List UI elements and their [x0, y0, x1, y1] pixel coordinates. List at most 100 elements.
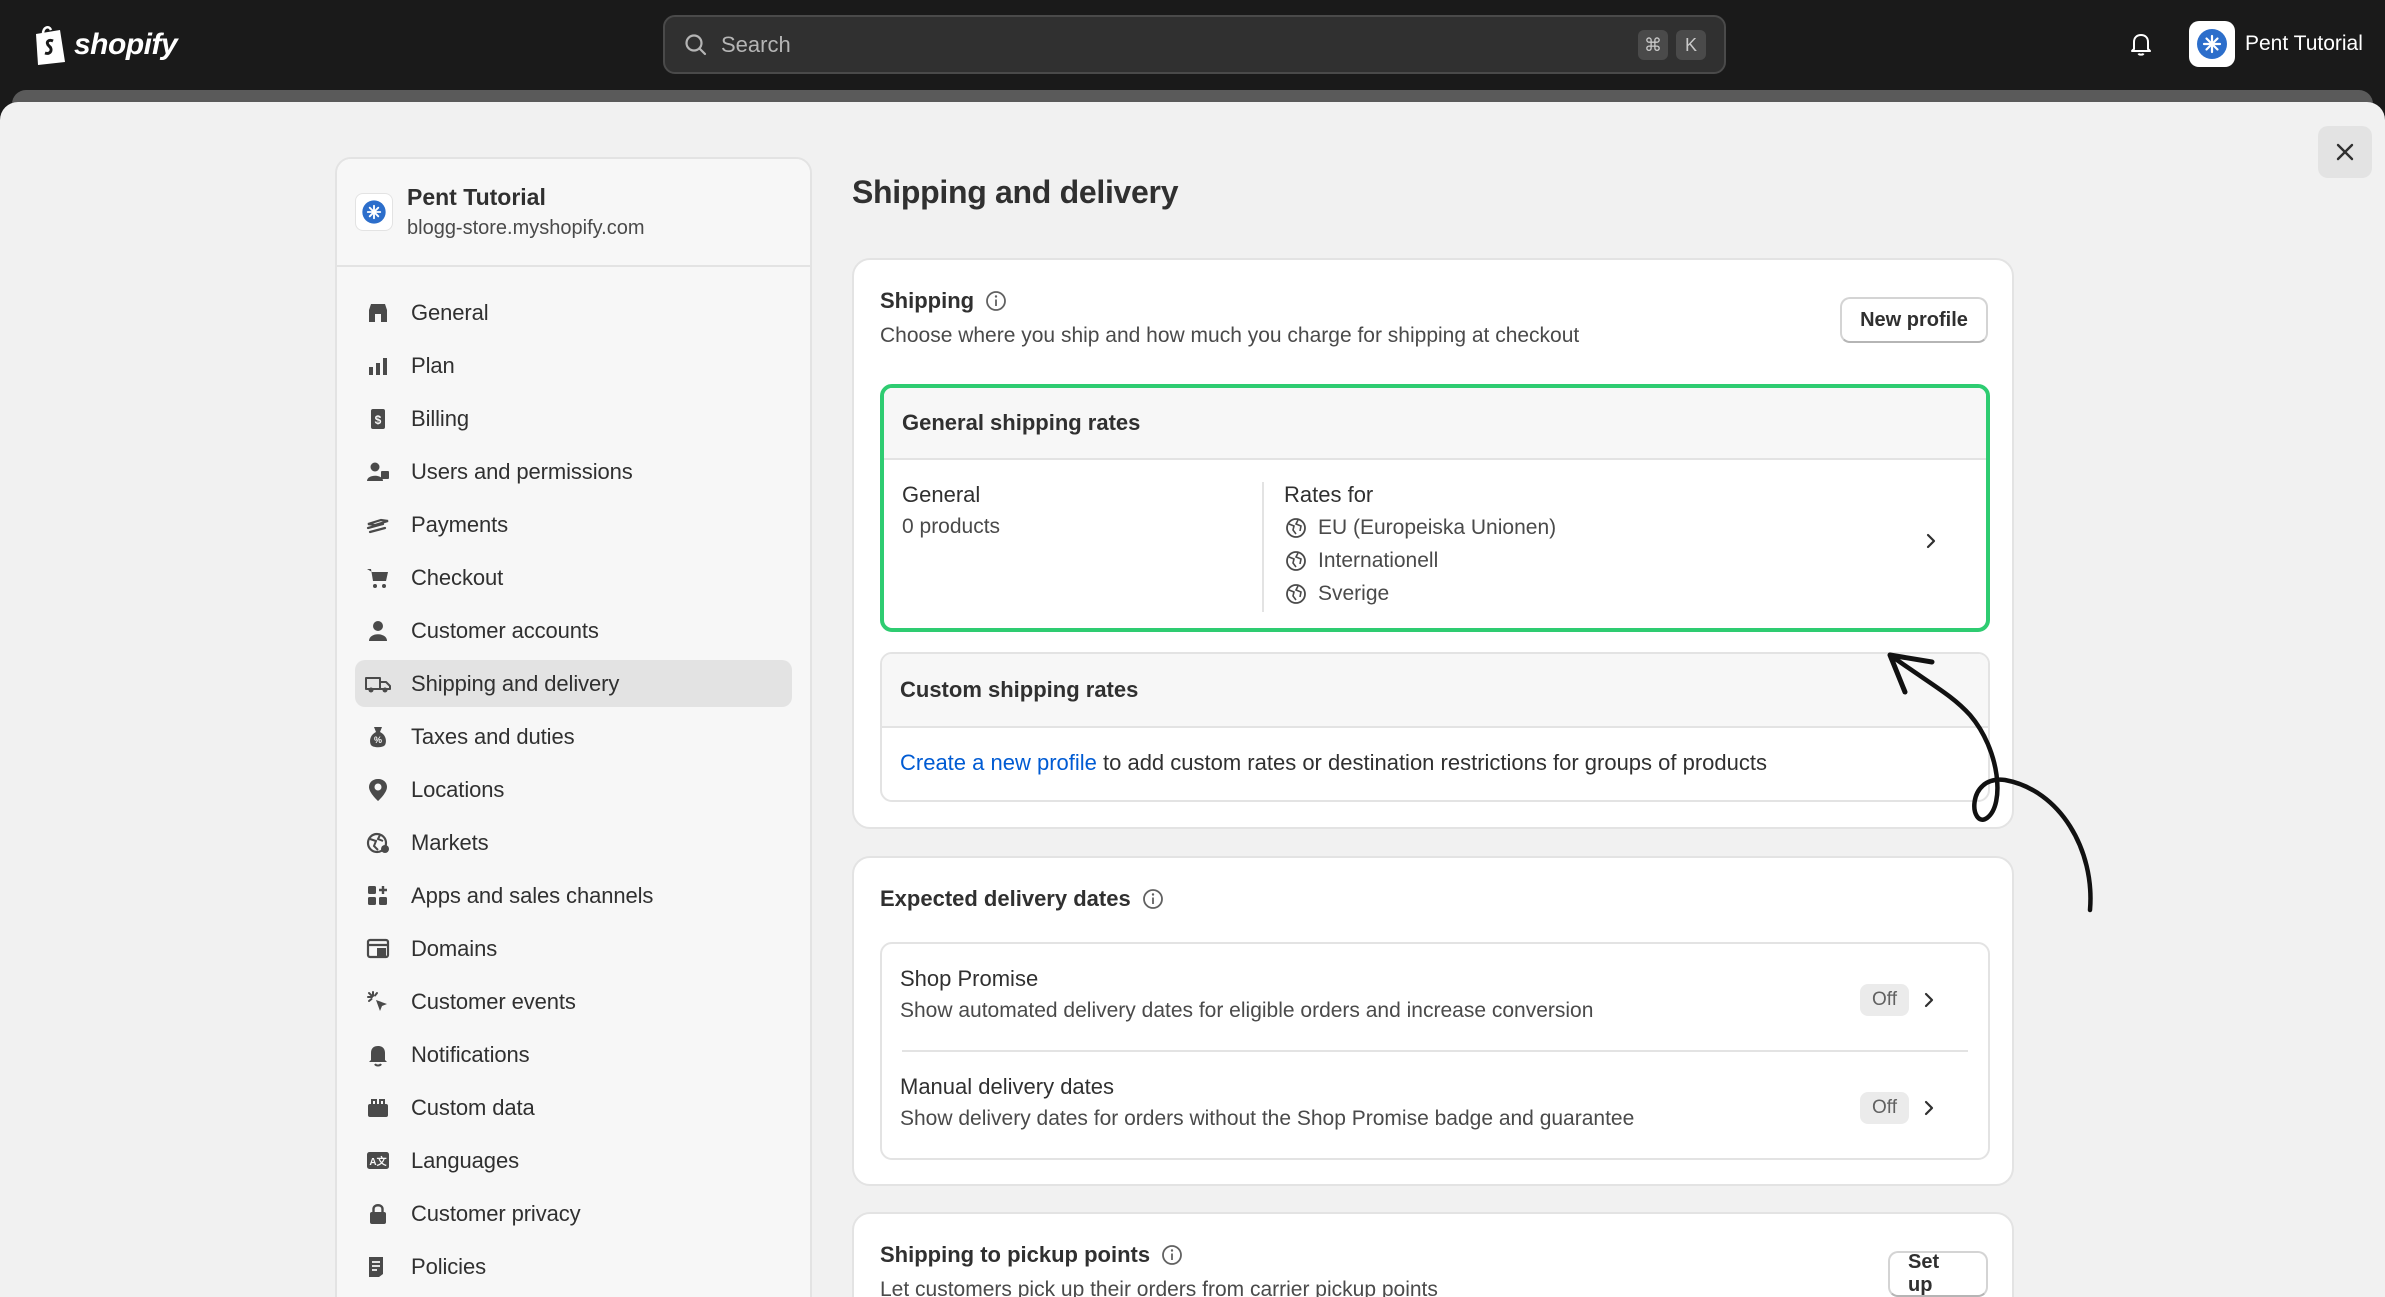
new-profile-button[interactable]: New profile	[1840, 297, 1988, 343]
info-icon[interactable]	[1160, 1243, 1184, 1267]
store-domain: blogg-store.myshopify.com	[407, 217, 645, 239]
svg-text:$: $	[375, 413, 382, 427]
delivery-title-text: Expected delivery dates	[880, 886, 1131, 911]
notifications-bell-icon[interactable]	[2125, 28, 2157, 60]
sidebar-item-label: Billing	[411, 405, 469, 431]
avatar	[2189, 21, 2235, 67]
svg-text:%: %	[374, 735, 382, 745]
general-rates-body: General 0 products Rates for EU (Europei…	[884, 460, 1986, 628]
general-rates-box[interactable]: General shipping rates General 0 product…	[880, 384, 1990, 632]
sidebar-item-locations[interactable]: Locations	[355, 766, 792, 813]
policies-icon	[363, 1252, 393, 1282]
sidebar-item-languages[interactable]: A文 Languages	[355, 1137, 792, 1184]
row-description: Show delivery dates for orders without t…	[900, 1107, 1635, 1130]
shop-promise-row[interactable]: Shop Promise Show automated delivery dat…	[882, 944, 1988, 1052]
sidebar-item-label: Checkout	[411, 564, 504, 590]
apps-icon	[363, 881, 393, 911]
command-key: ⌘	[1638, 30, 1668, 60]
manual-delivery-row[interactable]: Manual delivery dates Show delivery date…	[882, 1052, 1988, 1160]
sidebar-item-customer-events[interactable]: Customer events	[355, 978, 792, 1025]
top-bar: shopify Search ⌘ K Pent Tutorial	[0, 0, 2385, 90]
annotation-arrow	[1887, 652, 2093, 913]
status-badge: Off	[1860, 1092, 1909, 1124]
taxes-icon: %	[363, 722, 393, 752]
custom-rates-box: Custom shipping rates Create a new profi…	[880, 652, 1990, 802]
user-name: Pent Tutorial	[2245, 32, 2363, 55]
custom-data-icon	[363, 1093, 393, 1123]
info-icon[interactable]	[984, 289, 1008, 313]
sidebar-item-payments[interactable]: Payments	[355, 501, 792, 548]
globe-icon	[363, 828, 393, 858]
plan-icon	[363, 351, 393, 381]
page-title: Shipping and delivery	[852, 174, 1179, 210]
shopify-logo[interactable]: shopify	[32, 22, 178, 68]
sidebar-item-users[interactable]: Users and permissions	[355, 448, 792, 495]
sidebar-item-notifications[interactable]: Notifications	[355, 1031, 792, 1078]
sidebar-item-label: General	[411, 299, 489, 325]
row-title: Shop Promise	[900, 966, 1039, 991]
store-icon	[363, 298, 393, 328]
row-description: Show automated delivery dates for eligib…	[900, 999, 1594, 1022]
close-icon	[2336, 143, 2354, 161]
sidebar-item-taxes[interactable]: % Taxes and duties	[355, 713, 792, 760]
delivery-title: Expected delivery dates	[880, 886, 1165, 912]
person-icon	[363, 616, 393, 646]
truck-icon	[363, 669, 393, 699]
pickup-subtitle: Let customers pick up their orders from …	[880, 1278, 1438, 1297]
chevron-right-icon[interactable]	[1920, 530, 1942, 552]
profile-name: General	[902, 482, 981, 507]
delivery-options-list: Shop Promise Show automated delivery dat…	[880, 942, 1990, 1160]
billing-icon: $	[363, 404, 393, 434]
row-title: Manual delivery dates	[900, 1074, 1115, 1099]
sidebar-item-apps[interactable]: Apps and sales channels	[355, 872, 792, 919]
sidebar-item-checkout[interactable]: Checkout	[355, 554, 792, 601]
sidebar-item-label: Custom data	[411, 1094, 535, 1120]
setup-button[interactable]: Set up	[1888, 1251, 1988, 1297]
divider	[1262, 482, 1264, 612]
sidebar-item-custom-data[interactable]: Custom data	[355, 1084, 792, 1131]
store-avatar-icon	[2197, 29, 2227, 59]
shopify-bag-icon	[36, 25, 65, 65]
settings-sidebar: Pent Tutorial blogg-store.myshopify.com …	[335, 157, 812, 1297]
sidebar-item-label: Customer accounts	[411, 617, 599, 643]
settings-nav: General Plan $ Billing Users and permiss…	[337, 267, 810, 1290]
create-profile-link[interactable]: Create a new profile	[900, 750, 1097, 775]
search-icon	[685, 33, 707, 55]
sidebar-item-markets[interactable]: Markets	[355, 819, 792, 866]
sidebar-item-customer-accounts[interactable]: Customer accounts	[355, 607, 792, 654]
sidebar-item-label: Plan	[411, 352, 455, 378]
globe-icon	[1286, 584, 1306, 604]
sidebar-item-label: Languages	[411, 1147, 519, 1173]
chevron-right-icon[interactable]	[1918, 989, 1940, 1011]
sidebar-item-label: Payments	[411, 511, 509, 537]
sidebar-item-policies[interactable]: Policies	[355, 1243, 792, 1290]
search-placeholder: Search	[721, 31, 791, 57]
k-key: K	[1676, 30, 1706, 60]
status-badge: Off	[1860, 984, 1909, 1016]
bell-icon	[363, 1040, 393, 1070]
general-rates-title: General shipping rates	[884, 388, 1986, 460]
sidebar-item-customer-privacy[interactable]: Customer privacy	[355, 1190, 792, 1237]
zone-name: EU (Europeiska Unionen)	[1318, 516, 1557, 539]
search-input[interactable]: Search ⌘ K	[663, 15, 1726, 74]
sidebar-item-label: Taxes and duties	[411, 723, 575, 749]
zone-item: EU (Europeiska Unionen)	[1284, 513, 1556, 543]
sidebar-item-shipping[interactable]: Shipping and delivery	[355, 660, 792, 707]
custom-rates-body: Create a new profile to add custom rates…	[882, 728, 1988, 798]
sidebar-item-general[interactable]: General	[355, 289, 792, 336]
sidebar-item-domains[interactable]: Domains	[355, 925, 792, 972]
chevron-right-icon[interactable]	[1918, 1097, 1940, 1119]
info-icon[interactable]	[1141, 887, 1165, 911]
sidebar-item-label: Apps and sales channels	[411, 882, 654, 908]
sidebar-item-label: Markets	[411, 829, 489, 855]
pickup-title: Shipping to pickup points	[880, 1242, 1184, 1268]
globe-icon	[1286, 518, 1306, 538]
user-menu[interactable]: Pent Tutorial	[2189, 20, 2363, 68]
custom-rates-text: to add custom rates or destination restr…	[1096, 750, 1767, 775]
sidebar-item-plan[interactable]: Plan	[355, 342, 792, 389]
sidebar-item-label: Customer events	[411, 988, 576, 1014]
sidebar-item-billing[interactable]: $ Billing	[355, 395, 792, 442]
store-header[interactable]: Pent Tutorial blogg-store.myshopify.com	[337, 159, 810, 267]
close-button[interactable]	[2318, 126, 2372, 178]
rates-for-label: Rates for	[1284, 482, 1374, 507]
